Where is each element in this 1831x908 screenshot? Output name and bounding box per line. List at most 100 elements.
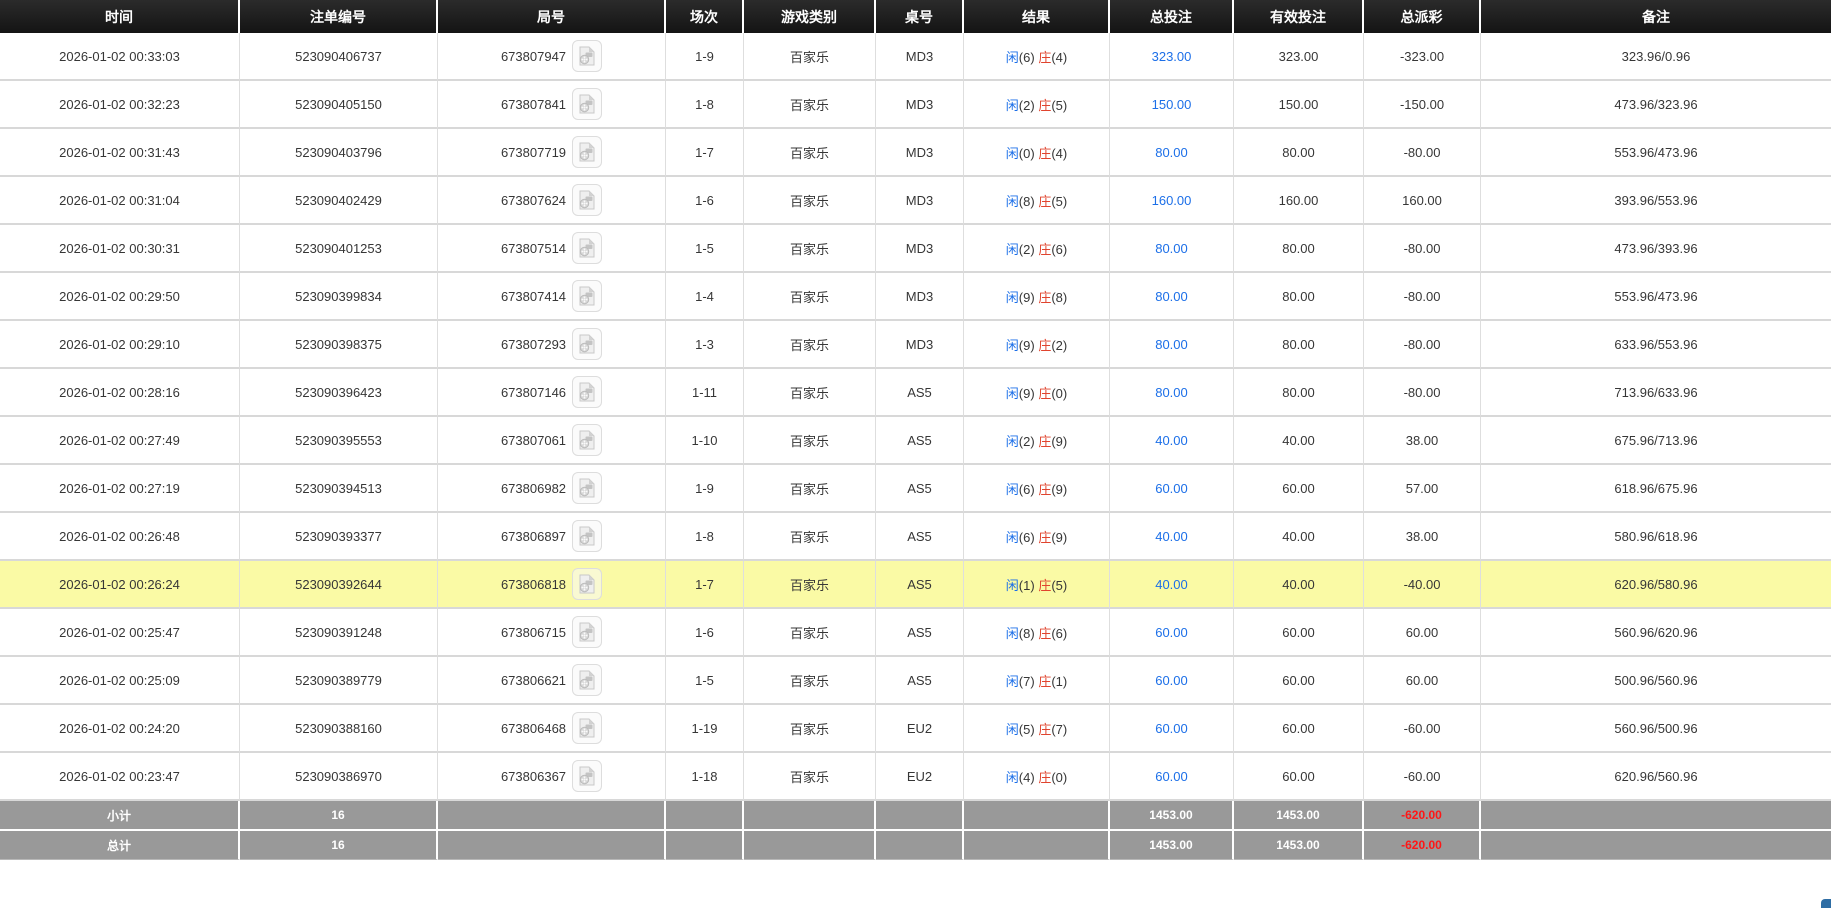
valid-bet-cell: 80.00 [1234, 369, 1364, 417]
time-cell: 2026-01-02 00:28:16 [0, 369, 240, 417]
col-header-result: 结果 [964, 0, 1110, 33]
video-replay-button[interactable] [572, 760, 603, 792]
total-bet-link[interactable]: 80.00 [1155, 337, 1188, 352]
result-cell: 闲(1) 庄(5) [964, 561, 1110, 609]
valid-bet-cell: 40.00 [1234, 417, 1364, 465]
result-player-label: 闲 [1005, 193, 1019, 209]
table-row[interactable]: 2026-01-02 00:31:43 523090403796 6738077… [0, 129, 1831, 177]
table-row[interactable]: 2026-01-02 00:32:23 523090405150 6738078… [0, 81, 1831, 129]
summary-empty-cell [744, 831, 876, 860]
valid-bet-cell: 80.00 [1234, 129, 1364, 177]
total-bet-link[interactable]: 40.00 [1155, 433, 1188, 448]
game-type-cell: 百家乐 [744, 465, 876, 513]
video-replay-button[interactable] [572, 616, 603, 648]
table-row[interactable]: 2026-01-02 00:23:47 523090386970 6738063… [0, 753, 1831, 801]
total-bet-link[interactable]: 160.00 [1152, 193, 1192, 208]
total-bet-link[interactable]: 80.00 [1155, 145, 1188, 160]
result-player-label: 闲 [1005, 49, 1019, 65]
video-replay-file-icon [579, 382, 595, 402]
table-row[interactable]: 2026-01-02 00:27:49 523090395553 6738070… [0, 417, 1831, 465]
video-replay-button[interactable] [572, 520, 603, 552]
result-player-label: 闲 [1005, 433, 1019, 449]
game-type-cell: 百家乐 [744, 417, 876, 465]
table-row[interactable]: 2026-01-02 00:25:09 523090389779 6738066… [0, 657, 1831, 705]
game-type-cell: 百家乐 [744, 33, 876, 81]
summary-label-cell: 小计 [0, 801, 240, 831]
video-replay-button[interactable] [572, 136, 603, 168]
table-row[interactable]: 2026-01-02 00:25:47 523090391248 6738067… [0, 609, 1831, 657]
remark-cell: 323.96/0.96 [1481, 33, 1831, 81]
total-bet-link[interactable]: 40.00 [1155, 529, 1188, 544]
table-row[interactable]: 2026-01-02 00:33:03 523090406737 6738079… [0, 33, 1831, 81]
video-replay-button[interactable] [572, 88, 603, 120]
total-bet-link[interactable]: 150.00 [1152, 97, 1192, 112]
video-replay-button[interactable] [572, 664, 603, 696]
total-bet-cell: 80.00 [1110, 225, 1234, 273]
round-id-value: 673806715 [500, 624, 567, 640]
summary-empty-cell [666, 831, 744, 860]
round-id-cell: 673807146 [438, 369, 666, 417]
table-id-cell: MD3 [876, 129, 964, 177]
video-replay-file-icon [579, 238, 595, 258]
table-row[interactable]: 2026-01-02 00:31:04 523090402429 6738076… [0, 177, 1831, 225]
game-type-cell: 百家乐 [744, 321, 876, 369]
time-cell: 2026-01-02 00:23:47 [0, 753, 240, 801]
video-replay-button[interactable] [572, 184, 603, 216]
total-bet-link[interactable]: 80.00 [1155, 289, 1188, 304]
table-row[interactable]: 2026-01-02 00:26:48 523090393377 6738068… [0, 513, 1831, 561]
video-replay-button[interactable] [572, 328, 603, 360]
total-bet-link[interactable]: 60.00 [1155, 721, 1188, 736]
round-id-value: 673806468 [500, 720, 567, 736]
video-replay-file-icon [579, 430, 595, 450]
video-replay-button[interactable] [572, 280, 603, 312]
col-header-time: 时间 [0, 0, 240, 33]
table-row[interactable]: 2026-01-02 00:30:31 523090401253 6738075… [0, 225, 1831, 273]
result-banker-label: 庄 [1038, 241, 1052, 257]
col-header-total-bet: 总投注 [1110, 0, 1234, 33]
result-banker-label: 庄 [1038, 97, 1052, 113]
total-bet-link[interactable]: 80.00 [1155, 385, 1188, 400]
video-replay-button[interactable] [572, 40, 603, 72]
session-cell: 1-5 [666, 225, 744, 273]
session-cell: 1-7 [666, 129, 744, 177]
total-bet-link[interactable]: 323.00 [1152, 49, 1192, 64]
total-bet-link[interactable]: 60.00 [1155, 769, 1188, 784]
payout-cell: -80.00 [1364, 225, 1481, 273]
round-id-cell: 673807514 [438, 225, 666, 273]
valid-bet-cell: 40.00 [1234, 561, 1364, 609]
video-replay-button[interactable] [572, 424, 603, 456]
table-row[interactable]: 2026-01-02 00:29:10 523090398375 6738072… [0, 321, 1831, 369]
col-header-table-id: 桌号 [876, 0, 964, 33]
floating-button-fragment[interactable] [1821, 899, 1831, 908]
result-banker-label: 庄 [1038, 49, 1052, 65]
time-cell: 2026-01-02 00:31:43 [0, 129, 240, 177]
payout-cell: -60.00 [1364, 753, 1481, 801]
video-replay-button[interactable] [572, 568, 603, 600]
video-replay-button[interactable] [572, 376, 603, 408]
table-row[interactable]: 2026-01-02 00:26:24 523090392644 6738068… [0, 561, 1831, 609]
result-cell: 闲(8) 庄(5) [964, 177, 1110, 225]
total-bet-link[interactable]: 80.00 [1155, 241, 1188, 256]
video-replay-button[interactable] [572, 712, 603, 744]
game-type-cell: 百家乐 [744, 705, 876, 753]
video-replay-button[interactable] [572, 472, 603, 504]
result-banker-label: 庄 [1038, 481, 1052, 497]
result-banker-score: (5) [1051, 193, 1068, 209]
game-type-cell: 百家乐 [744, 753, 876, 801]
table-row[interactable]: 2026-01-02 00:28:16 523090396423 6738071… [0, 369, 1831, 417]
table-row[interactable]: 2026-01-02 00:29:50 523090399834 6738074… [0, 273, 1831, 321]
result-cell: 闲(8) 庄(6) [964, 609, 1110, 657]
table-row[interactable]: 2026-01-02 00:24:20 523090388160 6738064… [0, 705, 1831, 753]
total-bet-link[interactable]: 40.00 [1155, 577, 1188, 592]
table-row[interactable]: 2026-01-02 00:27:19 523090394513 6738069… [0, 465, 1831, 513]
table-summary: 小计 16 1453.00 1453.00 -620.00 总计 16 1453… [0, 801, 1831, 860]
total-bet-link[interactable]: 60.00 [1155, 673, 1188, 688]
valid-bet-cell: 150.00 [1234, 81, 1364, 129]
result-banker-score: (0) [1051, 769, 1068, 785]
video-replay-file-icon [579, 478, 595, 498]
result-banker-label: 庄 [1038, 625, 1052, 641]
total-bet-link[interactable]: 60.00 [1155, 481, 1188, 496]
result-player-score: (2) [1018, 97, 1035, 113]
video-replay-button[interactable] [572, 232, 603, 264]
total-bet-link[interactable]: 60.00 [1155, 625, 1188, 640]
